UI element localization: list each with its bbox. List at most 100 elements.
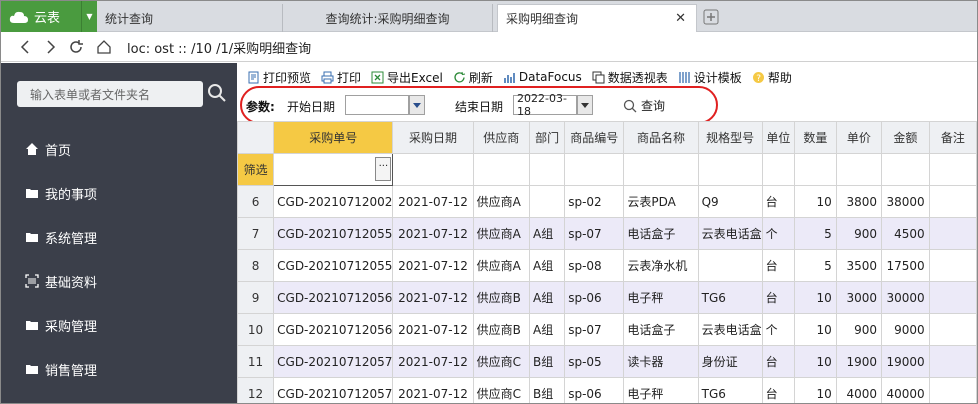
search-icon[interactable] (207, 83, 227, 103)
table-cell[interactable]: 身份证 (697, 345, 763, 378)
export-excel-button[interactable]: 导出Excel (371, 69, 443, 86)
table-cell[interactable]: 2021-07-12 (392, 313, 474, 346)
table-cell[interactable]: 电子秤 (623, 281, 699, 314)
table-cell[interactable]: 供应商C (472, 377, 531, 403)
filter-cell[interactable] (928, 153, 977, 186)
table-cell[interactable]: 2021-07-12 (392, 377, 474, 403)
filter-cell[interactable] (528, 153, 566, 186)
forward-icon[interactable] (41, 38, 59, 56)
table-cell[interactable] (528, 185, 566, 218)
table-cell[interactable]: CGD-20210712056 (273, 281, 394, 314)
table-cell[interactable] (697, 249, 763, 282)
table-cell[interactable]: 10 (794, 281, 837, 314)
filter-cell[interactable] (697, 153, 763, 186)
table-cell[interactable]: 2021-07-12 (392, 249, 474, 282)
tab-purchase-detail[interactable]: 采购明细查询 ✕ (497, 4, 697, 32)
table-cell[interactable]: B组 (528, 377, 566, 403)
table-cell[interactable]: 17500 (881, 249, 930, 282)
table-cell[interactable]: sp-06 (564, 281, 625, 314)
table-cell[interactable]: CGD-20210712055 (273, 249, 394, 282)
table-cell[interactable]: 10 (794, 377, 837, 403)
tab-stat-query[interactable]: 统计查询 (103, 4, 283, 32)
table-row[interactable]: 11 CGD-20210712057 2021-07-12 供应商C B组 sp-05 读卡… (237, 345, 977, 378)
sidebar-search-input[interactable]: 输入表单或者文件夹名 (17, 81, 203, 107)
table-cell[interactable]: CGD-20210712056 (273, 313, 394, 346)
table-cell[interactable]: sp-07 (564, 313, 625, 346)
table-cell[interactable]: 供应商A (472, 249, 531, 282)
table-cell[interactable]: 3500 (835, 249, 883, 282)
filter-cell[interactable] (761, 153, 796, 186)
table-cell[interactable]: CGD-20210712002 (273, 185, 394, 218)
table-cell[interactable]: CGD-20210712057 (273, 377, 394, 403)
col-header-unit[interactable]: 单位 (761, 121, 796, 154)
table-cell[interactable]: 3800 (835, 185, 883, 218)
table-cell[interactable]: 电子秤 (623, 377, 699, 403)
filter-input-order-no[interactable]: ··· (273, 153, 394, 186)
table-cell[interactable]: 900 (835, 313, 883, 346)
table-cell[interactable]: 10 (794, 345, 837, 378)
table-cell[interactable]: A组 (528, 281, 566, 314)
table-cell[interactable]: 10 (794, 313, 837, 346)
table-cell[interactable]: sp-06 (564, 377, 625, 403)
table-row[interactable]: 6 CGD-20210712002 2021-07-12 供应商A sp-02 云表PDA… (237, 185, 977, 218)
sidebar-item-system[interactable]: 系统管理 (25, 225, 97, 249)
table-cell[interactable]: 4500 (881, 217, 930, 250)
table-cell[interactable] (928, 185, 977, 218)
home-icon[interactable] (95, 38, 113, 56)
table-row[interactable]: 12 CGD-20210712057 2021-07-12 供应商C B组 sp-06 电子… (237, 377, 977, 403)
table-cell[interactable]: 个 (761, 313, 796, 346)
col-header-qty[interactable]: 数量 (794, 121, 837, 154)
table-cell[interactable]: 3000 (835, 281, 883, 314)
table-cell[interactable]: 供应商A (472, 217, 531, 250)
table-cell[interactable]: TG6 (697, 281, 763, 314)
table-cell[interactable]: 台 (761, 377, 796, 403)
table-cell[interactable]: 5 (794, 249, 837, 282)
col-header-spec[interactable]: 规格型号 (697, 121, 763, 154)
col-header-item-code[interactable]: 商品编号 (564, 121, 625, 154)
table-cell[interactable] (928, 345, 977, 378)
filter-cell[interactable] (472, 153, 531, 186)
filter-cell[interactable] (835, 153, 883, 186)
filter-cell[interactable] (564, 153, 625, 186)
col-header-date[interactable]: 采购日期 (392, 121, 474, 154)
table-cell[interactable]: 40000 (881, 377, 930, 403)
table-row[interactable]: 7 CGD-20210712055 2021-07-12 供应商A A组 sp-07 电话盒… (237, 217, 977, 250)
table-cell[interactable]: 38000 (881, 185, 930, 218)
table-cell[interactable] (928, 281, 977, 314)
table-cell[interactable]: 供应商B (472, 313, 531, 346)
new-tab-icon[interactable] (703, 9, 719, 25)
table-cell[interactable]: 读卡器 (623, 345, 699, 378)
table-cell[interactable] (928, 377, 977, 403)
print-preview-button[interactable]: 打印预览 (247, 69, 311, 86)
table-cell[interactable]: 2021-07-12 (392, 217, 474, 250)
table-cell[interactable]: A组 (528, 217, 566, 250)
table-cell[interactable]: CGD-20210712057 (273, 345, 394, 378)
table-cell[interactable]: 云表电话盒 (697, 217, 763, 250)
table-cell[interactable]: 900 (835, 217, 883, 250)
table-cell[interactable]: 5 (794, 217, 837, 250)
table-cell[interactable]: TG6 (697, 377, 763, 403)
table-cell[interactable]: 供应商C (472, 345, 531, 378)
table-cell[interactable]: B组 (528, 345, 566, 378)
ellipsis-icon[interactable]: ··· (375, 157, 392, 181)
design-template-button[interactable]: 设计模板 (678, 69, 742, 86)
help-button[interactable]: ? 帮助 (752, 69, 792, 86)
table-cell[interactable]: 台 (761, 185, 796, 218)
table-cell[interactable]: 10 (794, 185, 837, 218)
table-cell[interactable]: 电话盒子 (623, 313, 699, 346)
table-cell[interactable]: sp-08 (564, 249, 625, 282)
table-cell[interactable]: 云表PDA (623, 185, 699, 218)
close-icon[interactable]: ✕ (675, 11, 686, 26)
table-cell[interactable] (928, 217, 977, 250)
sidebar-item-my-tasks[interactable]: 我的事项 (25, 181, 97, 205)
table-row[interactable]: 10 CGD-20210712056 2021-07-12 供应商B A组 sp-07 电话… (237, 313, 977, 346)
table-cell[interactable]: 4000 (835, 377, 883, 403)
table-cell[interactable]: 1900 (835, 345, 883, 378)
table-cell[interactable]: 供应商B (472, 281, 531, 314)
table-row[interactable]: 8 CGD-20210712055 2021-07-12 供应商A A组 sp-08 云表净… (237, 249, 977, 282)
app-logo-button[interactable]: 云表 (1, 1, 81, 32)
table-cell[interactable]: 供应商A (472, 185, 531, 218)
pivot-table-button[interactable]: 数据透视表 (592, 69, 668, 86)
col-header-amount[interactable]: 金额 (881, 121, 930, 154)
table-cell[interactable]: sp-07 (564, 217, 625, 250)
